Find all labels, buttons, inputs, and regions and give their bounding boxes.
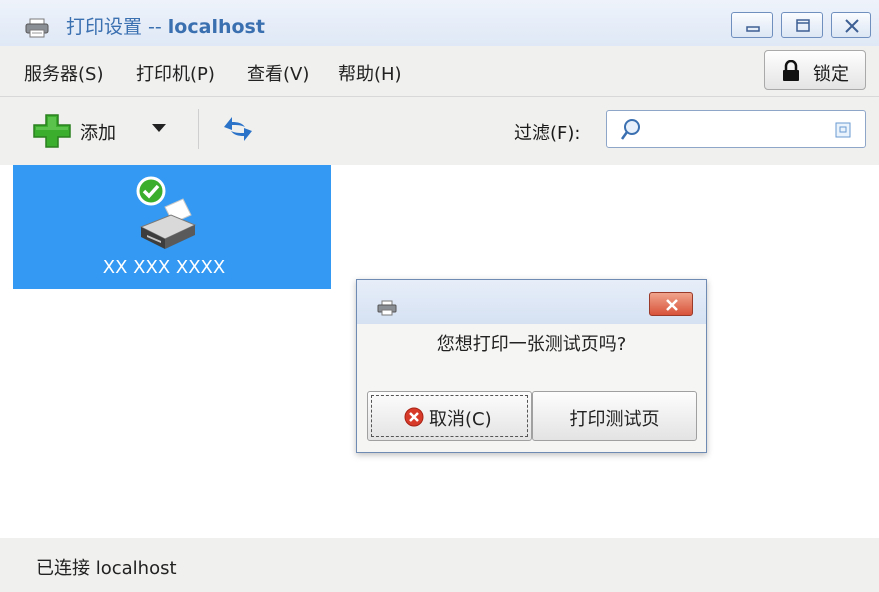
dialog-close-button[interactable] [649,292,693,316]
clear-filter-icon[interactable] [833,120,853,140]
menu-help[interactable]: 帮助(H) [338,60,402,86]
status-text: 已连接 localhost [36,558,177,579]
printer-ready-icon [136,176,197,249]
test-page-dialog: 您想打印一张测试页吗? 取消(C) 打印测试页 [356,279,707,453]
printer-icon [24,18,50,38]
lock-button[interactable]: 锁定 [764,50,866,90]
menu-printer[interactable]: 打印机(P) [136,60,215,86]
cancel-label: 取消(C) [429,409,492,430]
add-label: 添加 [80,123,116,144]
window-title-prefix: 打印设置 -- [66,16,168,38]
window-title: 打印设置 -- localhost [66,12,265,39]
maximize-icon [796,19,810,32]
filter-input[interactable] [651,117,825,143]
toolbar-separator [198,109,199,149]
lock-label: 锁定 [813,64,849,85]
cancel-button[interactable]: 取消(C) [367,391,532,441]
printer-icon [377,300,397,316]
close-icon [666,299,678,311]
filter-label: 过滤(F): [514,123,581,144]
maximize-button[interactable] [781,12,823,38]
print-test-page-label: 打印测试页 [569,409,660,430]
printer-item[interactable]: XX XXX XXXX [13,165,331,289]
window-title-host: localhost [167,16,265,38]
minimize-icon [746,26,760,32]
add-dropdown-arrow-icon[interactable] [148,121,170,135]
menu-bar: 服务器(S) 打印机(P) 查看(V) 帮助(H) 锁定 [0,46,879,97]
search-icon [620,119,640,140]
print-test-page-button[interactable]: 打印测试页 [532,391,697,441]
dialog-title-bar [357,280,706,324]
menu-server[interactable]: 服务器(S) [24,60,103,86]
close-icon [845,19,859,33]
add-button[interactable]: 添加 [30,111,120,149]
filter-field[interactable] [606,110,866,148]
refresh-icon[interactable] [218,111,258,147]
minimize-button[interactable] [731,12,773,38]
status-bar: 已连接 localhost [0,538,879,592]
title-bar: 打印设置 -- localhost [0,0,879,46]
cancel-icon [404,407,424,427]
menu-view[interactable]: 查看(V) [247,60,309,86]
printer-name: XX XXX XXXX [102,257,226,278]
add-plus-icon [33,114,71,148]
dialog-message: 您想打印一张测试页吗? [436,334,627,355]
toolbar: 添加 过滤(F): [0,97,879,165]
lock-icon [783,60,799,81]
close-button[interactable] [831,12,871,38]
